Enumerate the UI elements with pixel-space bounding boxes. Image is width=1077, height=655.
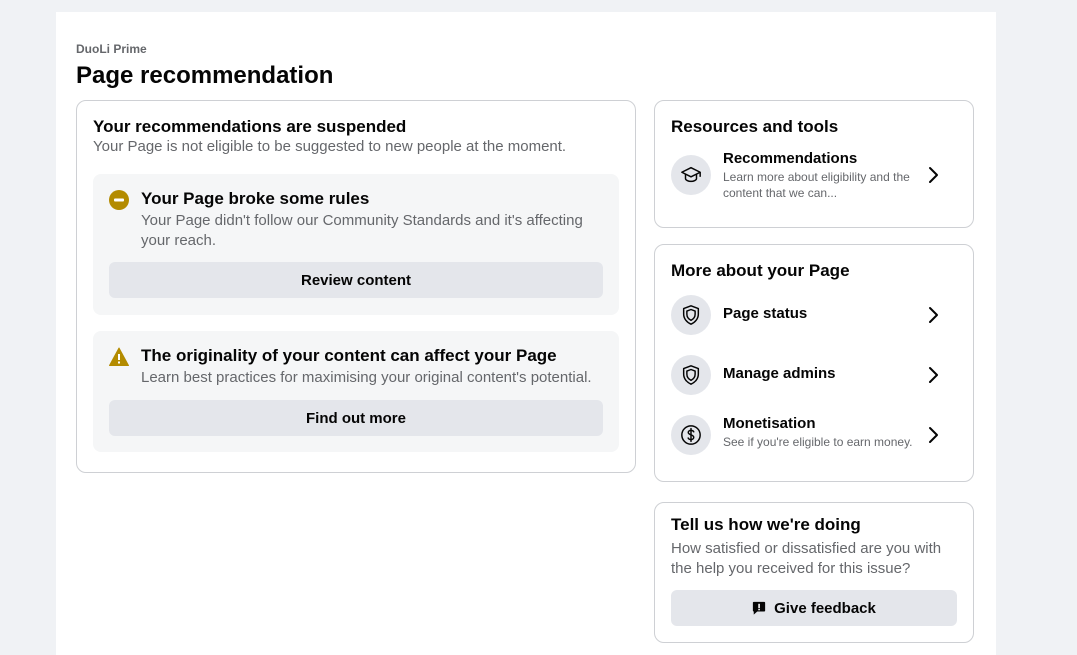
issue-title: The originality of your content can affe… [141,346,557,365]
minus-circle-icon [109,190,129,210]
page-status-row[interactable]: Page status [671,293,959,337]
page-title: Page recommendation [76,62,334,89]
issue-originality: The originality of your content can affe… [93,331,619,452]
row-description: See if you're eligible to earn money. [723,435,913,449]
shield-icon [671,355,711,395]
row-title: Monetisation [723,415,816,432]
status-subheading: Your Page is not eligible to be suggeste… [93,138,567,155]
shield-icon [671,295,711,335]
feedback-card: Tell us how we're doing How satisfied or… [654,502,974,643]
monetisation-row[interactable]: Monetisation See if you're eligible to e… [671,413,959,457]
feedback-description: How satisfied or dissatisfied are you wi… [671,540,942,577]
dollar-circle-icon [671,415,711,455]
chevron-right-icon [923,425,943,445]
page-name: DuoLi Prime [76,42,147,56]
feedback-heading: Tell us how we're doing [671,515,861,534]
resources-card: Resources and tools Recommendations Lear… [654,100,974,228]
issue-description: Learn best practices for maximising your… [141,369,592,386]
graduation-cap-icon [671,155,711,195]
give-feedback-button[interactable]: Give feedback [671,590,957,626]
warning-triangle-icon [109,347,129,367]
row-title: Recommendations [723,150,858,167]
chevron-right-icon [923,165,943,185]
recommendation-status-card: Your recommendations are suspended Your … [76,100,636,473]
more-heading: More about your Page [671,261,850,280]
chevron-right-icon [923,305,943,325]
resources-heading: Resources and tools [671,117,839,136]
feedback-icon [752,601,766,615]
issue-title: Your Page broke some rules [141,189,370,208]
row-description: Learn more about eligibility and the con… [723,170,910,200]
issue-description: Your Page didn't follow our Community St… [141,212,583,249]
row-title: Manage admins [723,365,836,382]
issue-rules: Your Page broke some rules Your Page did… [93,174,619,315]
chevron-right-icon [923,365,943,385]
page-panel: DuoLi Prime Page recommendation Your rec… [56,12,996,655]
review-content-button[interactable]: Review content [109,262,603,298]
status-heading: Your recommendations are suspended [93,117,407,136]
recommendations-row[interactable]: Recommendations Learn more about eligibi… [671,150,959,200]
give-feedback-label: Give feedback [774,599,876,617]
more-about-page-card: More about your Page Page status Manage … [654,244,974,482]
find-out-more-button[interactable]: Find out more [109,400,603,436]
row-title: Page status [723,305,808,322]
manage-admins-row[interactable]: Manage admins [671,353,959,397]
